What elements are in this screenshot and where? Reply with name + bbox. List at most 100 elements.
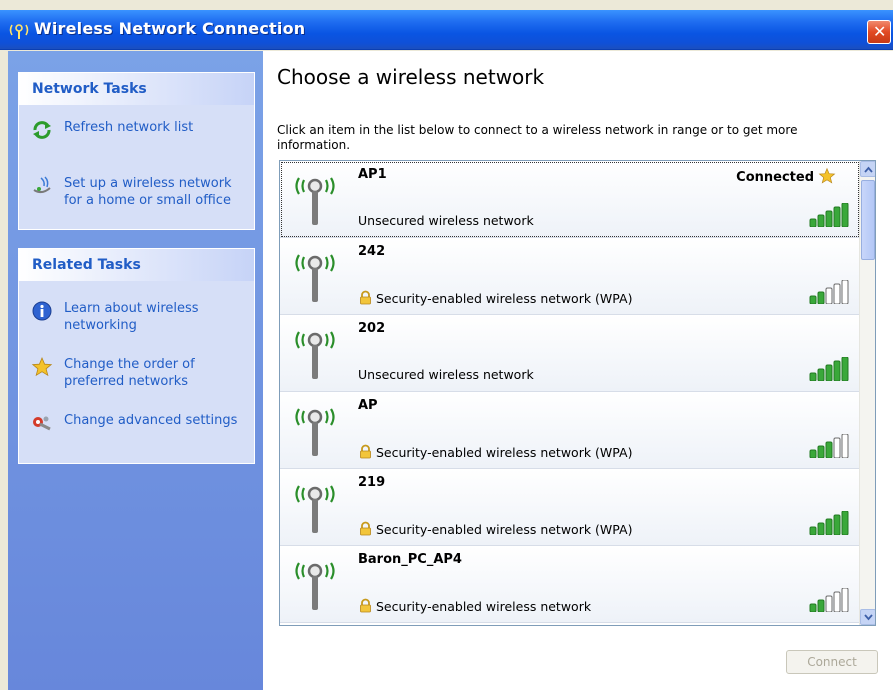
signal-bar	[809, 295, 817, 304]
network-row[interactable]: 202 Unsecured wireless network	[280, 315, 860, 392]
network-ssid: Baron_PC_AP4	[358, 552, 462, 567]
window-title: Wireless Network Connection	[34, 19, 306, 38]
close-button[interactable]: ✕	[867, 20, 891, 44]
signal-bar	[833, 437, 841, 458]
signal-bar	[817, 368, 825, 381]
scroll-up-button[interactable]	[860, 161, 875, 177]
scroll-down-button[interactable]	[860, 609, 875, 625]
signal-bar	[825, 364, 833, 381]
network-description-text: Security-enabled wireless network (WPA)	[376, 445, 633, 460]
lock-icon	[360, 521, 371, 536]
network-security-description: Unsecured wireless network	[358, 367, 534, 382]
signal-bar	[825, 518, 833, 535]
network-security-description: Unsecured wireless network	[358, 213, 534, 228]
signal-bar	[825, 441, 833, 458]
signal-bar	[841, 434, 849, 458]
signal-bar	[817, 599, 825, 612]
main-content: Choose a wireless network Click an item …	[263, 51, 893, 690]
signal-bar	[825, 210, 833, 227]
wireless-antenna-icon	[295, 408, 335, 456]
network-row[interactable]: AP1 Unsecured wireless network Connected	[280, 161, 860, 238]
signal-bar	[841, 203, 849, 227]
refresh-icon	[33, 121, 51, 139]
connection-status-text: Connected	[736, 170, 814, 185]
task-label[interactable]: Refresh network list	[64, 119, 244, 136]
signal-bar	[833, 514, 841, 535]
network-security-description: Security-enabled wireless network (WPA)	[358, 444, 632, 460]
wireless-antenna-icon	[295, 485, 335, 533]
task-label[interactable]: Learn about wireless networking	[64, 300, 244, 334]
network-description-text: Security-enabled wireless network (WPA)	[376, 522, 633, 537]
signal-strength-icon	[809, 357, 849, 381]
network-security-description: Security-enabled wireless network (WPA)	[358, 521, 632, 537]
network-security-description: Security-enabled wireless network	[358, 598, 591, 614]
signal-bar	[841, 511, 849, 535]
signal-strength-icon	[809, 511, 849, 535]
chevron-down-icon	[864, 614, 873, 621]
signal-bar	[809, 449, 817, 458]
settings-icon	[33, 416, 51, 431]
related-tasks-header[interactable]: Related Tasks	[19, 249, 254, 281]
network-ssid: 242	[358, 244, 386, 259]
info-icon	[32, 301, 52, 321]
signal-bar	[817, 445, 825, 458]
network-ssid: 219	[358, 475, 386, 490]
network-description-text: Security-enabled wireless network (WPA)	[376, 291, 633, 306]
network-description-text: Security-enabled wireless network	[376, 599, 592, 614]
scroll-thumb[interactable]	[861, 180, 875, 260]
connection-status: Connected	[736, 167, 836, 185]
signal-bar	[825, 595, 833, 612]
signal-bar	[833, 283, 841, 304]
signal-bar	[841, 588, 849, 612]
wireless-antenna-icon	[295, 562, 335, 610]
network-security-description: Security-enabled wireless network (WPA)	[358, 290, 632, 306]
signal-bar	[833, 206, 841, 227]
network-description-text: Unsecured wireless network	[358, 367, 534, 382]
signal-bar	[809, 603, 817, 612]
preferred-star-icon	[818, 167, 836, 184]
signal-bar	[817, 291, 825, 304]
signal-bar	[809, 526, 817, 535]
network-ssid: 202	[358, 321, 386, 336]
network-ssid: AP1	[358, 167, 387, 182]
network-tasks-box: Network Tasks Refresh network list Set u…	[18, 72, 255, 230]
lock-icon	[360, 444, 371, 459]
signal-bar	[809, 372, 817, 381]
signal-bar	[841, 280, 849, 304]
task-label[interactable]: Change the order of preferred networks	[64, 356, 244, 390]
signal-bar	[825, 287, 833, 304]
signal-bar	[817, 522, 825, 535]
wireless-antenna-icon	[295, 177, 335, 225]
wireless-antenna-icon	[295, 254, 335, 302]
signal-strength-icon	[809, 588, 849, 612]
signal-bar	[833, 591, 841, 612]
signal-bar	[809, 218, 817, 227]
wireless-antenna-icon	[295, 331, 335, 379]
wireless-network-connection-window: Wireless Network Connection ✕ Network Ta…	[0, 0, 893, 690]
network-row[interactable]: Baron_PC_AP4 Security-enabled wireless ne…	[280, 546, 860, 623]
network-row[interactable]: 242 Security-enabled wireless network (WP…	[280, 238, 860, 315]
connect-button[interactable]: Connect	[786, 650, 878, 674]
chevron-up-icon	[864, 166, 873, 173]
lock-icon	[360, 290, 371, 305]
network-description-text: Unsecured wireless network	[358, 213, 534, 228]
network-row[interactable]: 219 Security-enabled wireless network (WP…	[280, 469, 860, 546]
network-list[interactable]: AP1 Unsecured wireless network Connected 24…	[279, 160, 876, 626]
network-ssid: AP	[358, 398, 378, 413]
signal-strength-icon	[809, 203, 849, 227]
star-icon	[31, 356, 53, 377]
network-row[interactable]: AP Security-enabled wireless network (WPA…	[280, 392, 860, 469]
signal-bar	[841, 357, 849, 381]
task-label[interactable]: Change advanced settings	[64, 412, 244, 429]
wireless-title-icon	[9, 24, 29, 39]
title-bar[interactable]: Wireless Network Connection ✕	[0, 10, 893, 50]
task-label[interactable]: Set up a wireless network for a home or …	[64, 175, 244, 209]
vertical-scrollbar[interactable]	[859, 161, 875, 625]
instruction-text: Click an item in the list below to conne…	[277, 123, 798, 152]
signal-strength-icon	[809, 280, 849, 304]
lock-icon	[360, 598, 371, 613]
close-icon: ✕	[873, 22, 887, 41]
network-tasks-header[interactable]: Network Tasks	[19, 73, 254, 105]
signal-strength-icon	[809, 434, 849, 458]
setup-wizard-icon	[33, 176, 51, 194]
